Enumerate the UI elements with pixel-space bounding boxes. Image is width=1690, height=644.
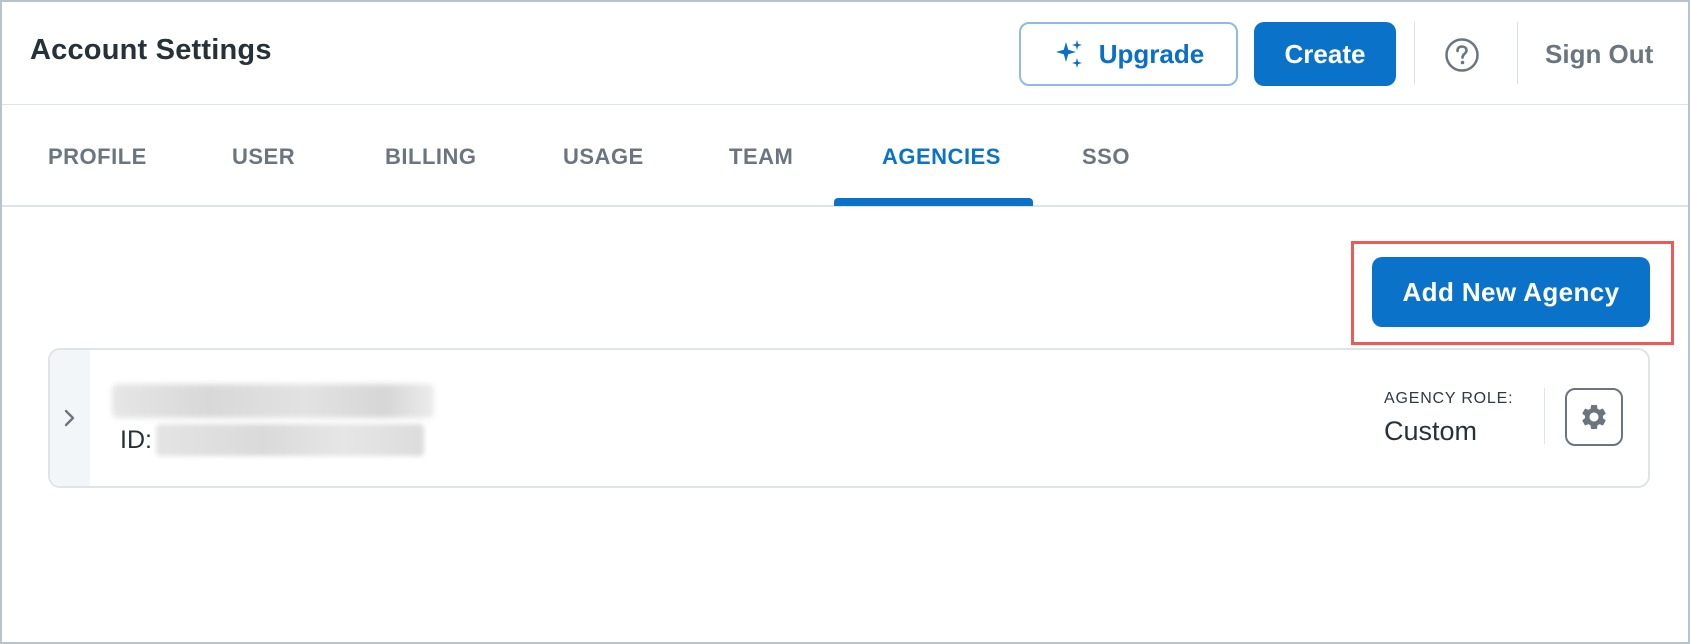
tab-user[interactable]: USER [232,144,295,170]
add-new-agency-button[interactable]: Add New Agency [1372,257,1650,327]
agency-id-redacted [156,424,424,456]
page-title: Account Settings [30,34,272,66]
expand-toggle[interactable] [50,350,90,486]
app-window: Account Settings Upgrade Create Sign Out… [0,0,1690,644]
sign-out-link[interactable]: Sign Out [1545,39,1653,70]
tab-usage[interactable]: USAGE [563,144,644,170]
upgrade-label: Upgrade [1098,38,1205,69]
header-divider [1517,22,1518,84]
gear-icon [1582,405,1606,429]
agency-role-label: AGENCY ROLE: [1384,390,1514,407]
tab-sso[interactable]: SSO [1082,144,1130,170]
agency-settings-button[interactable] [1565,388,1623,446]
help-circle-icon[interactable] [1444,37,1480,73]
agency-card: ID: AGENCY ROLE: Custom [48,348,1650,488]
agency-role-value: Custom [1384,416,1478,446]
sparkles-icon [1055,40,1082,68]
agency-id-label: ID: [120,426,152,454]
tab-agencies[interactable]: AGENCIES [882,144,1001,170]
create-button[interactable]: Create [1254,22,1396,86]
tab-billing[interactable]: BILLING [385,144,477,170]
active-tab-indicator [834,198,1033,206]
top-header: Account Settings Upgrade Create Sign Out [2,2,1688,105]
card-divider [1544,388,1545,444]
tab-profile[interactable]: PROFILE [48,144,147,170]
upgrade-button[interactable]: Upgrade [1019,22,1238,86]
chevron-right-icon [64,409,75,427]
tab-team[interactable]: TEAM [729,144,793,170]
agency-name-redacted [112,384,434,418]
header-divider [1414,22,1415,84]
settings-tabs: PROFILE USER BILLING USAGE TEAM AGENCIES… [2,106,1688,207]
